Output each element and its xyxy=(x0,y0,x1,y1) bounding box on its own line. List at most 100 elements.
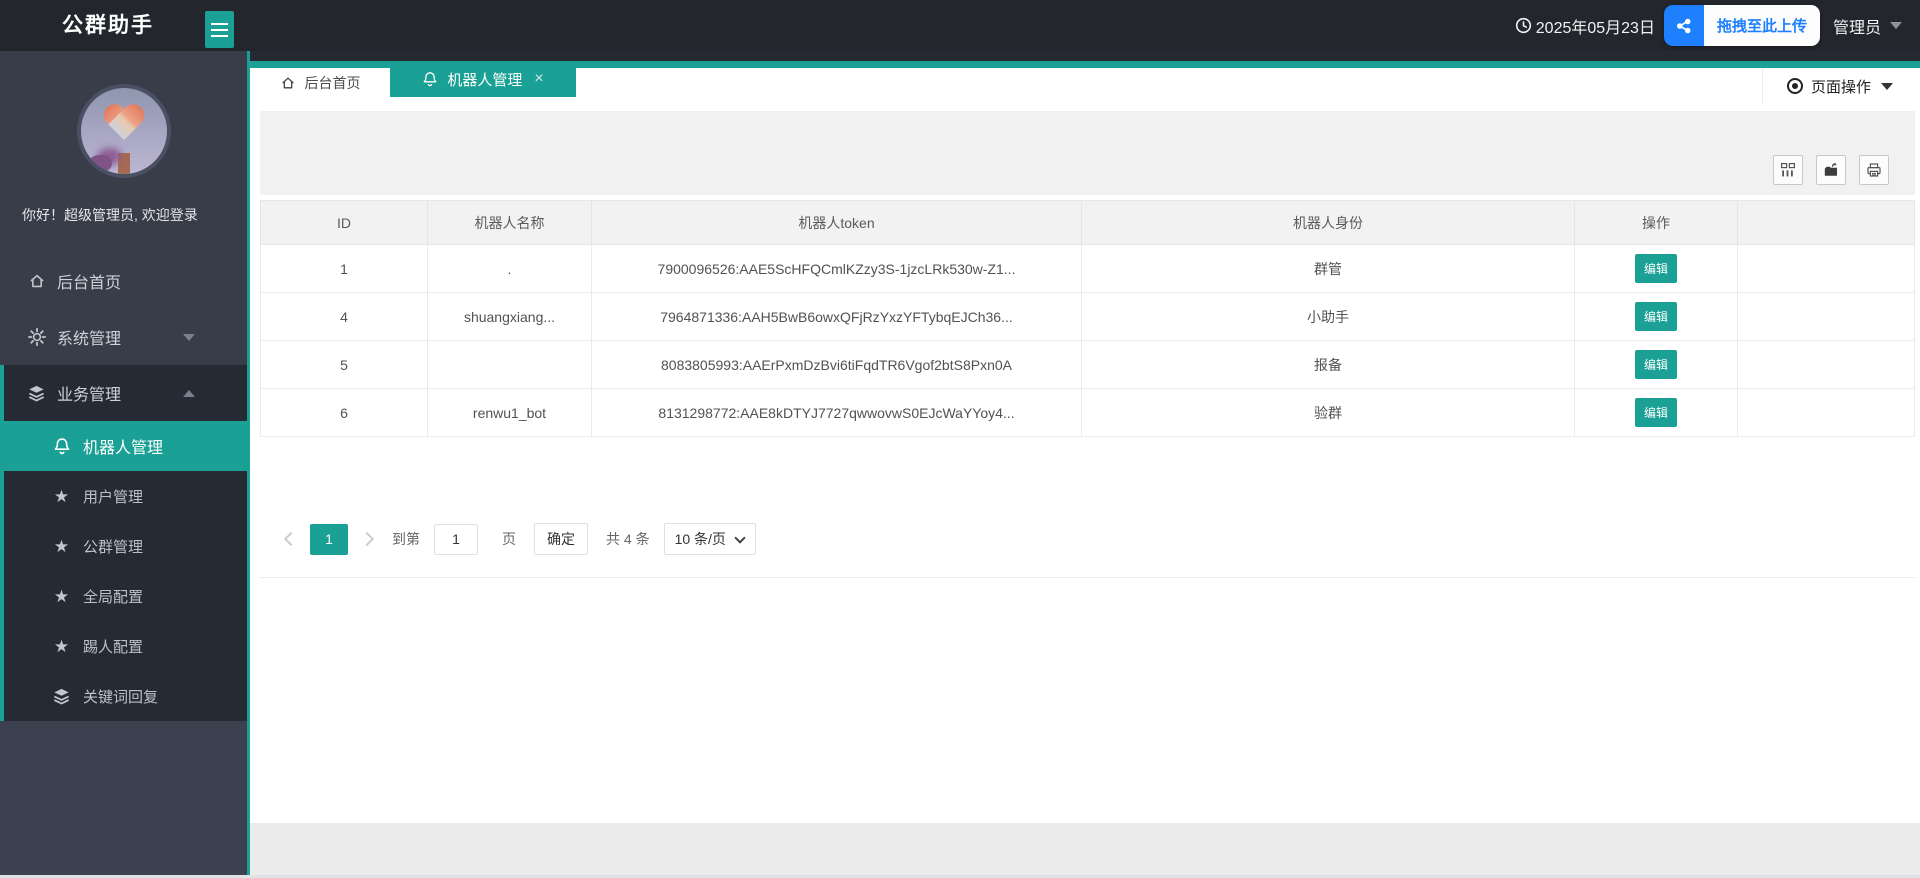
sidebar-item-label: 机器人管理 xyxy=(83,434,163,458)
goto-prefix: 到第 xyxy=(392,529,420,549)
filter-columns-button[interactable] xyxy=(1773,155,1803,185)
sidebar-item-keyword-reply[interactable]: 关键词回复 xyxy=(4,671,247,721)
sidebar-item-label: 用户管理 xyxy=(83,486,143,507)
layers-icon xyxy=(27,384,46,403)
sidebar-nav: 后台首页 系统管理 xyxy=(0,253,247,721)
close-icon[interactable]: × xyxy=(534,71,543,87)
home-icon xyxy=(27,272,46,290)
cell-token: 8083805993:AAErPxmDzBvi6tiFqdTR6Vgof2btS… xyxy=(592,341,1082,389)
prev-page-icon[interactable] xyxy=(284,532,298,546)
sidebar-item-label: 踢人配置 xyxy=(83,636,143,657)
cell-role: 报备 xyxy=(1082,341,1575,389)
sidebar-item-robot-management[interactable]: 机器人管理 xyxy=(4,421,247,471)
heart-photo xyxy=(102,105,146,145)
cloud-share-icon xyxy=(1664,5,1704,46)
clock-icon xyxy=(1515,17,1532,34)
robot-table: ID 机器人名称 机器人token 机器人身份 操作 1 . 790009652… xyxy=(260,200,1915,437)
star-icon xyxy=(52,638,71,655)
export-icon xyxy=(1823,162,1839,178)
edit-button[interactable]: 编辑 xyxy=(1635,254,1677,283)
cell-token: 7900096526:AAE5ScHFQCmlKZzy3S-1jzcLRk530… xyxy=(592,245,1082,293)
sidebar-item-label: 关键词回复 xyxy=(83,686,158,707)
col-name: 机器人名称 xyxy=(428,201,592,245)
sidebar-group-business: 业务管理 机器人管理 用户管理 xyxy=(0,365,247,721)
next-page-icon[interactable] xyxy=(360,532,374,546)
cell-id: 4 xyxy=(261,293,428,341)
sidebar-item-label: 系统管理 xyxy=(57,325,121,349)
sidebar-item-home[interactable]: 后台首页 xyxy=(0,253,247,309)
drag-upload-label: 拖拽至此上传 xyxy=(1704,5,1820,46)
columns-icon xyxy=(1780,162,1796,178)
sidebar-item-label: 公群管理 xyxy=(83,536,143,557)
app-title: 公群助手 xyxy=(62,0,154,51)
sidebar-item-global-config[interactable]: 全局配置 xyxy=(4,571,247,621)
edit-button[interactable]: 编辑 xyxy=(1635,398,1677,427)
cell-name: renwu1_bot xyxy=(428,389,592,437)
cell-role: 群管 xyxy=(1082,245,1575,293)
chevron-down-icon xyxy=(734,532,745,543)
table-toolbar xyxy=(260,111,1915,195)
total-count: 共 4 条 xyxy=(606,529,650,549)
tab-label: 机器人管理 xyxy=(447,69,522,90)
home-icon xyxy=(280,75,296,91)
table-header-row: ID 机器人名称 机器人token 机器人身份 操作 xyxy=(261,201,1915,245)
page-actions-dropdown[interactable]: 页面操作 xyxy=(1762,68,1920,104)
cell-id: 5 xyxy=(261,341,428,389)
confirm-button[interactable]: 确定 xyxy=(534,523,588,555)
print-button[interactable] xyxy=(1859,155,1889,185)
star-icon xyxy=(52,588,71,605)
sidebar-item-label: 全局配置 xyxy=(83,586,143,607)
table-row: 5 8083805993:AAErPxmDzBvi6tiFqdTR6Vgof2b… xyxy=(261,341,1915,389)
avatar xyxy=(77,84,171,178)
cell-id: 6 xyxy=(261,389,428,437)
cell-name: shuangxiang... xyxy=(428,293,592,341)
tab-label: 后台首页 xyxy=(305,73,361,93)
sidebar: 你好！超级管理员, 欢迎登录 后台首页 xyxy=(0,51,250,878)
tab-robot-management[interactable]: 机器人管理 × xyxy=(390,61,576,97)
cell-name: . xyxy=(428,245,592,293)
tab-bar: 后台首页 机器人管理 × 页面操作 xyxy=(250,61,1920,97)
sidebar-item-user-management[interactable]: 用户管理 xyxy=(4,471,247,521)
sidebar-item-system[interactable]: 系统管理 xyxy=(0,309,247,365)
page-size-select[interactable]: 10 条/页 xyxy=(664,523,756,555)
user-label: 管理员 xyxy=(1833,14,1881,38)
col-actions: 操作 xyxy=(1575,201,1738,245)
welcome-text: 你好！超级管理员, 欢迎登录 xyxy=(0,205,247,225)
table-row: 4 shuangxiang... 7964871336:AAH5BwB6owxQ… xyxy=(261,293,1915,341)
cell-name xyxy=(428,341,592,389)
table-row: 6 renwu1_bot 8131298772:AAE8kDTYJ7727qww… xyxy=(261,389,1915,437)
star-icon xyxy=(52,488,71,505)
chevron-down-icon xyxy=(183,334,195,341)
chevron-down-icon xyxy=(1890,22,1902,29)
sidebar-item-business[interactable]: 业务管理 xyxy=(4,365,247,421)
cell-role: 验群 xyxy=(1082,389,1575,437)
star-icon xyxy=(52,538,71,555)
cell-role: 小助手 xyxy=(1082,293,1575,341)
edit-button[interactable]: 编辑 xyxy=(1635,302,1677,331)
hamburger-menu-button[interactable] xyxy=(205,11,234,48)
topbar-date: 2025年05月23日 xyxy=(1536,14,1655,38)
current-page[interactable]: 1 xyxy=(310,524,348,555)
sidebar-filler xyxy=(0,721,247,878)
export-button[interactable] xyxy=(1816,155,1846,185)
col-empty xyxy=(1738,201,1915,245)
sidebar-item-label: 业务管理 xyxy=(57,381,121,405)
col-role: 机器人身份 xyxy=(1082,201,1575,245)
sidebar-item-group-management[interactable]: 公群管理 xyxy=(4,521,247,571)
edit-button[interactable]: 编辑 xyxy=(1635,350,1677,379)
goto-page-input[interactable] xyxy=(434,524,478,555)
user-menu[interactable]: 管理员 xyxy=(1833,14,1902,38)
page-size-value: 10 条/页 xyxy=(675,529,726,549)
tab-home[interactable]: 后台首页 xyxy=(250,68,390,97)
main-area: 后台首页 机器人管理 × 页面操作 xyxy=(250,51,1920,878)
hamburger-menu-icon xyxy=(211,23,228,25)
dot-circle-icon xyxy=(1787,78,1803,94)
print-icon xyxy=(1866,162,1882,178)
cell-id: 1 xyxy=(261,245,428,293)
drag-upload-overlay[interactable]: 拖拽至此上传 xyxy=(1664,5,1820,46)
pagination: 1 到第 页 确定 共 4 条 10 条/页 xyxy=(260,523,1915,555)
footer-band xyxy=(250,823,1920,875)
sidebar-item-kick-config[interactable]: 踢人配置 xyxy=(4,621,247,671)
layers-icon xyxy=(52,687,71,706)
bell-icon xyxy=(52,437,71,455)
